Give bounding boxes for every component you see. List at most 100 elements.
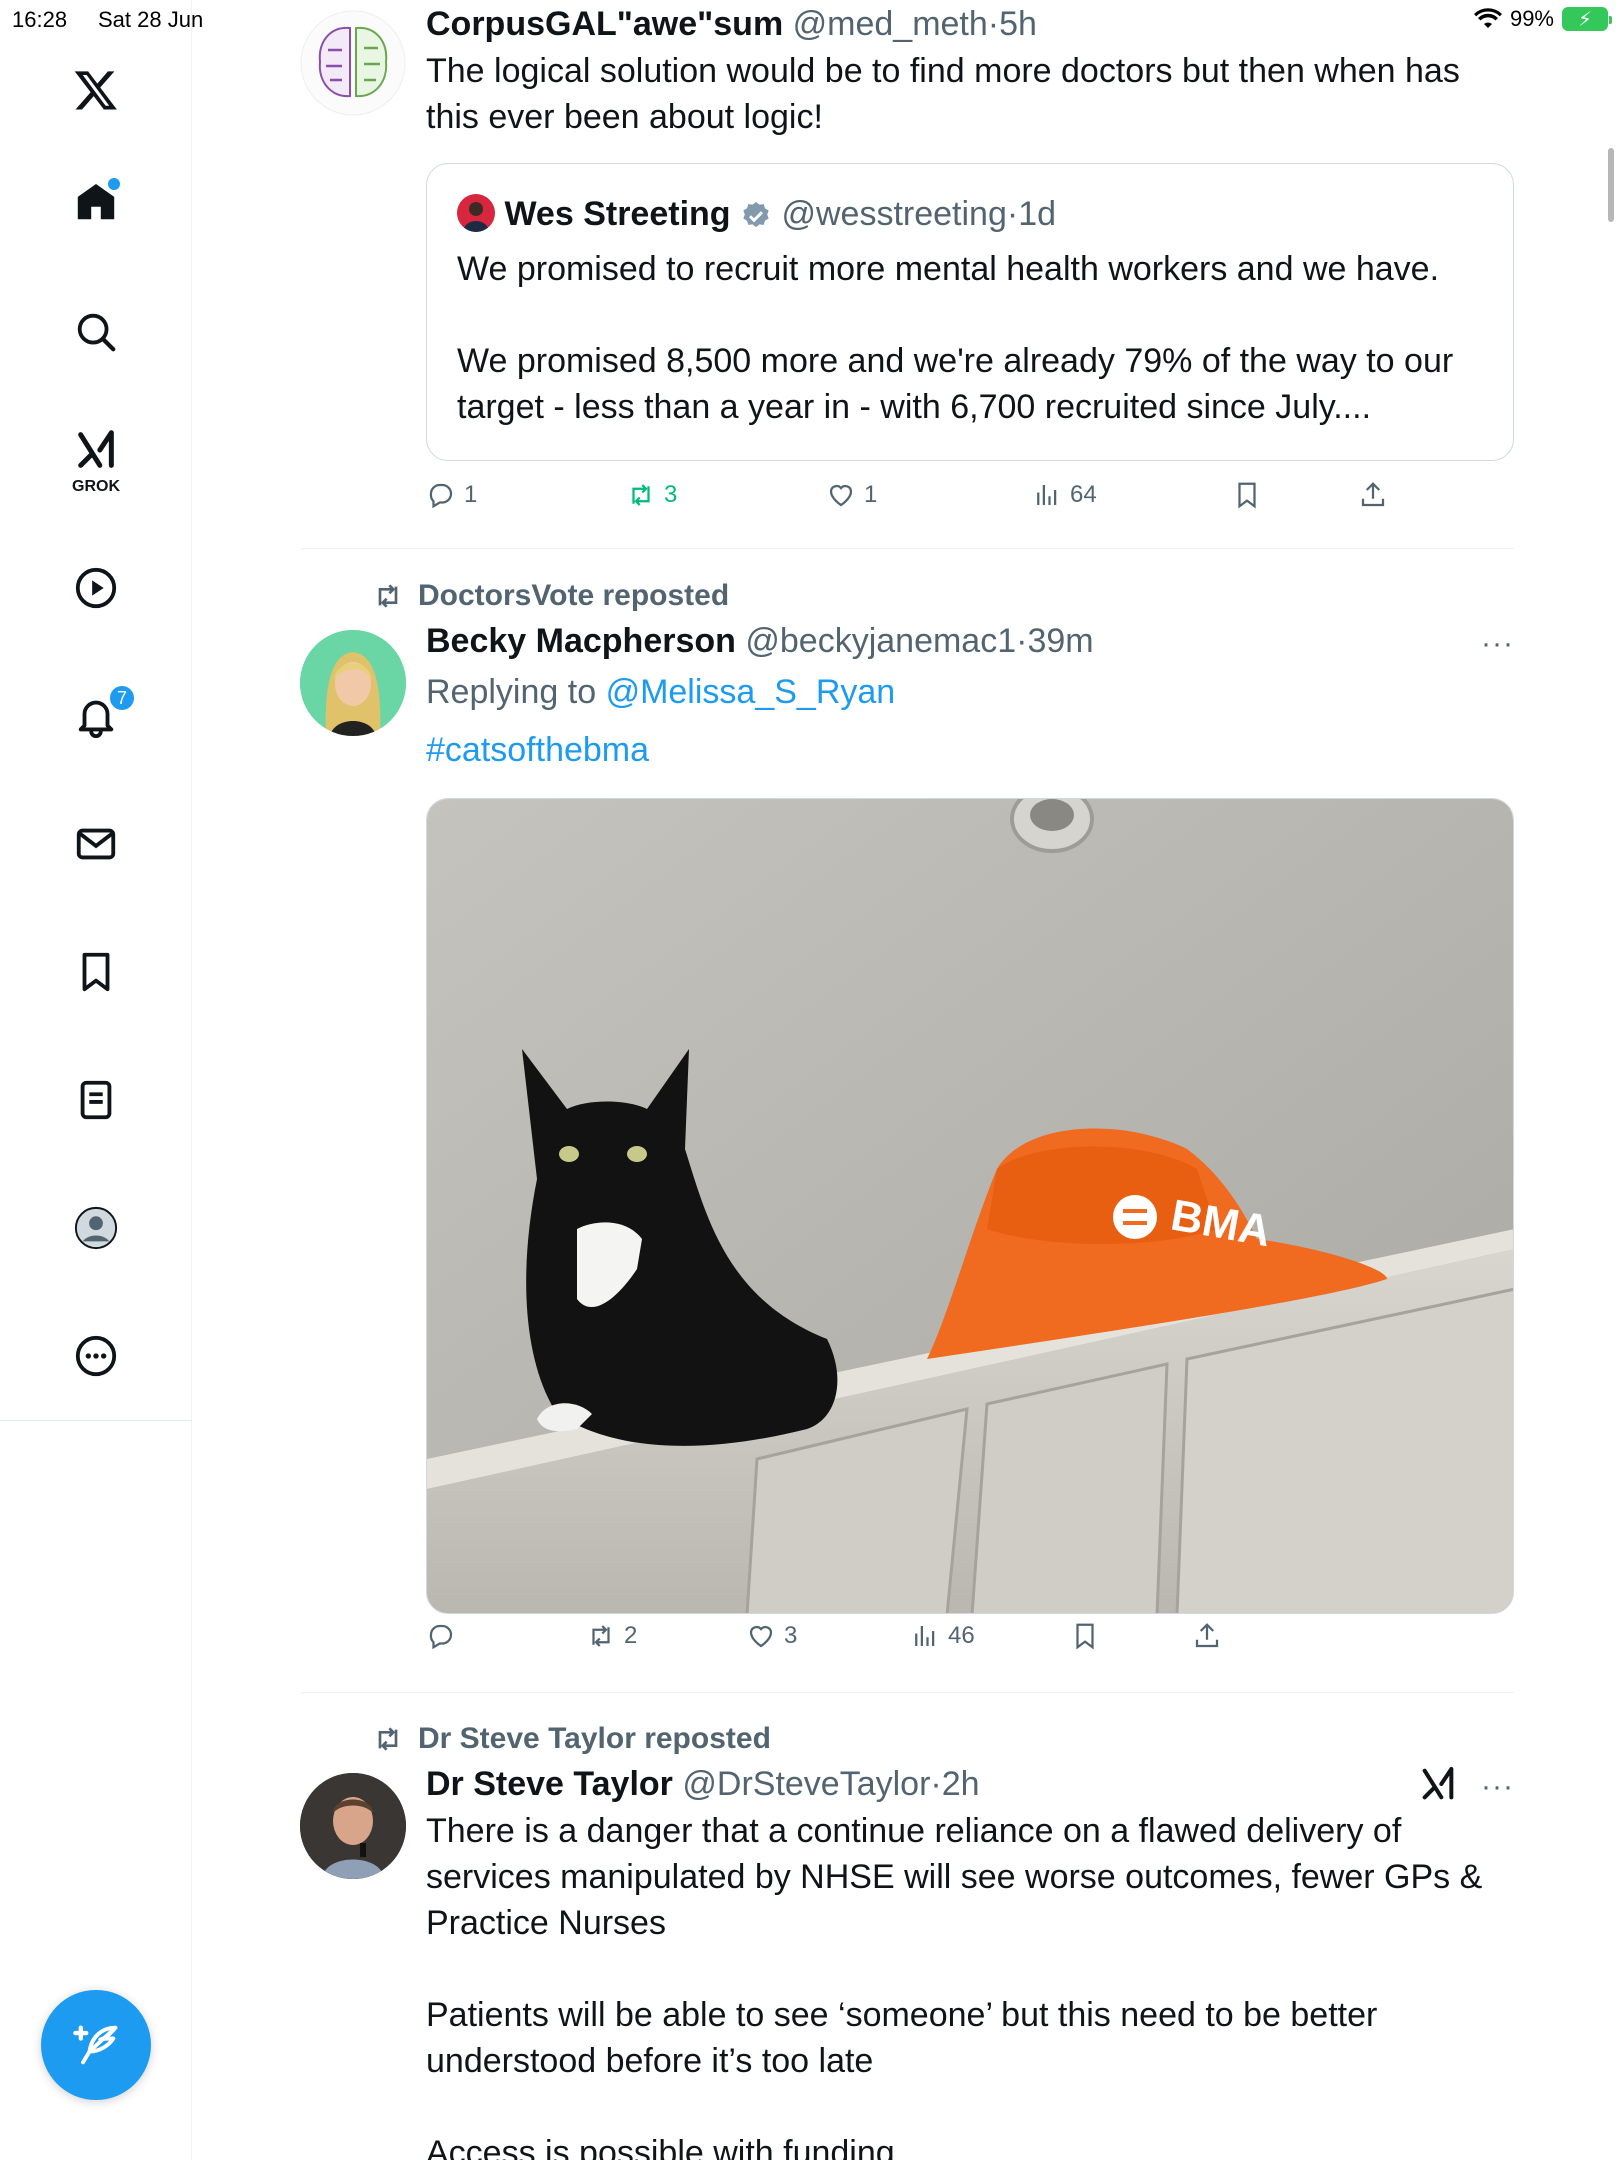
grok-icon[interactable] [66,420,126,480]
status-date: Sat 28 Jun [98,7,204,32]
verified-badge-icon [743,202,769,228]
tweet[interactable]: Dr Steve Taylor reposted Dr Steve Taylor… [300,1718,1514,2160]
views-button[interactable]: 46 [910,1621,975,1651]
quote-header: Wes Streeting @wesstreeting·1d [457,192,1483,236]
repost-icon [378,1727,398,1751]
like-button[interactable]: 3 [746,1621,797,1651]
x-logo-icon[interactable] [66,60,126,120]
battery-icon: ⚡ [1562,7,1612,31]
home-icon[interactable] [66,172,126,232]
tweet[interactable]: CorpusGAL"awe"sum @med_meth·5h The logic… [300,0,1514,550]
feed-scrollbar[interactable] [1608,148,1614,222]
repost-button[interactable]: 3 [626,480,677,510]
tweet-text-para3: Access is possible with funding [426,2134,895,2160]
compose-post-button[interactable] [41,1990,151,2100]
like-button[interactable]: 1 [826,480,877,510]
repost-count: 2 [624,1622,638,1649]
bookmark-button[interactable] [1070,1621,1100,1651]
more-options-icon[interactable] [66,1326,126,1386]
bookmarks-icon[interactable] [66,942,126,1002]
separator-dot: · [1016,622,1028,660]
heart-icon [749,1625,773,1648]
sidebar: GROK 7 [0,0,192,2160]
lists-icon[interactable] [66,1070,126,1130]
battery-percent: 99% [1509,6,1554,31]
repost-icon [592,1625,610,1647]
tweet-time[interactable]: 2h [942,1765,980,1803]
tweet[interactable]: DoctorsVote reposted Becky Macpherson @b… [300,575,1514,1690]
views-count: 64 [1070,481,1097,508]
like-count: 1 [864,481,878,508]
share-icon [1361,482,1385,507]
tweet-divider [300,548,1514,549]
tweet-photo[interactable]: BMA [426,798,1514,1614]
views-chart-icon [1037,485,1057,505]
status-time: 16:28 [12,7,68,32]
author-name[interactable]: Dr Steve Taylor [426,1765,673,1803]
bookmark-icon [1076,1623,1094,1650]
bookmark-button[interactable] [1232,480,1262,510]
messages-icon[interactable] [66,814,126,874]
quote-author-handle[interactable]: @wesstreeting [781,195,1006,233]
status-bar: 16:28 Sat 28 Jun 99% ⚡ [0,0,1620,40]
compose-feather-icon [73,2025,118,2065]
author-name[interactable]: Becky Macpherson [426,622,736,660]
quoted-tweet[interactable]: Wes Streeting @wesstreeting·1d We promis… [426,163,1514,461]
tweet-content: Dr Steve Taylor @DrSteveTaylor·2h There … [426,1762,1514,2160]
avatar[interactable] [300,1773,406,1879]
quote-text-para2: We promised 8,500 more and we're already… [457,342,1454,426]
repost-button[interactable]: 2 [586,1621,637,1651]
author-handle[interactable]: @DrSteveTaylor [682,1765,930,1803]
more-icon[interactable]: ··· [1481,1770,1514,1804]
avatar[interactable] [300,630,406,736]
reply-icon [429,483,453,509]
reply-button[interactable]: 1 [426,480,477,510]
status-indicators: 99% ⚡ [1473,6,1612,32]
hashtag-link[interactable]: #catsofthebma [426,727,1514,773]
reply-button[interactable] [426,1621,464,1651]
profile-avatar-icon[interactable] [66,1198,126,1258]
tweet-header: Dr Steve Taylor @DrSteveTaylor·2h [426,1762,1514,1806]
heart-icon [829,484,853,507]
quote-time[interactable]: 1d [1018,195,1056,233]
search-icon[interactable] [66,302,126,362]
quote-author-name[interactable]: Wes Streeting [504,195,730,233]
video-icon[interactable] [66,558,126,618]
bookmark-icon [1238,482,1256,509]
views-chart-icon [915,1626,935,1646]
reply-icon [429,1624,453,1650]
sidebar-divider [0,1420,192,1421]
separator-dot: · [930,1765,942,1803]
views-button[interactable]: 64 [1032,480,1097,510]
tweet-text-para2: Patients will be able to see ‘someone’ b… [426,1996,1378,2080]
tweet-header: Becky Macpherson @beckyjanemac1·39m [426,619,1514,663]
share-button[interactable] [1358,480,1388,510]
grok-explain-icon[interactable] [1418,1764,1458,1804]
wifi-icon [1473,8,1502,29]
tweet-divider [300,1692,1514,1693]
home-unread-dot [108,178,120,190]
tweet-text-para1: There is a danger that a continue relian… [426,1812,1483,1942]
repost-icon [378,584,398,608]
quote-avatar [457,194,495,233]
author-handle[interactable]: @beckyjanemac1 [745,622,1016,660]
tweet-time[interactable]: 39m [1027,622,1093,660]
tweet-content: Becky Macpherson @beckyjanemac1·39m Repl… [426,619,1514,773]
replying-to-prefix: Replying to [426,673,597,711]
replying-to-line: Replying to @Melissa_S_Ryan [426,669,1514,715]
separator-dot: · [1006,195,1019,233]
replying-to-handle[interactable]: @Melissa_S_Ryan [606,673,896,711]
notifications-bell-icon[interactable]: 7 [66,684,136,746]
quote-text-para1: We promised to recruit more mental healt… [457,250,1440,288]
like-count: 3 [784,1622,798,1649]
more-icon[interactable]: ··· [1481,627,1514,661]
repost-icon [632,484,650,506]
reposted-by[interactable]: Dr Steve Taylor reposted [418,1722,771,1756]
repost-count: 3 [664,481,678,508]
share-icon [1195,1623,1219,1648]
repost-indicator: DoctorsVote reposted [372,579,729,613]
reposted-by[interactable]: DoctorsVote reposted [418,579,729,613]
repost-indicator: Dr Steve Taylor reposted [372,1722,771,1756]
tweet-text: The logical solution would be to find mo… [426,52,1460,136]
share-button[interactable] [1192,1621,1222,1651]
